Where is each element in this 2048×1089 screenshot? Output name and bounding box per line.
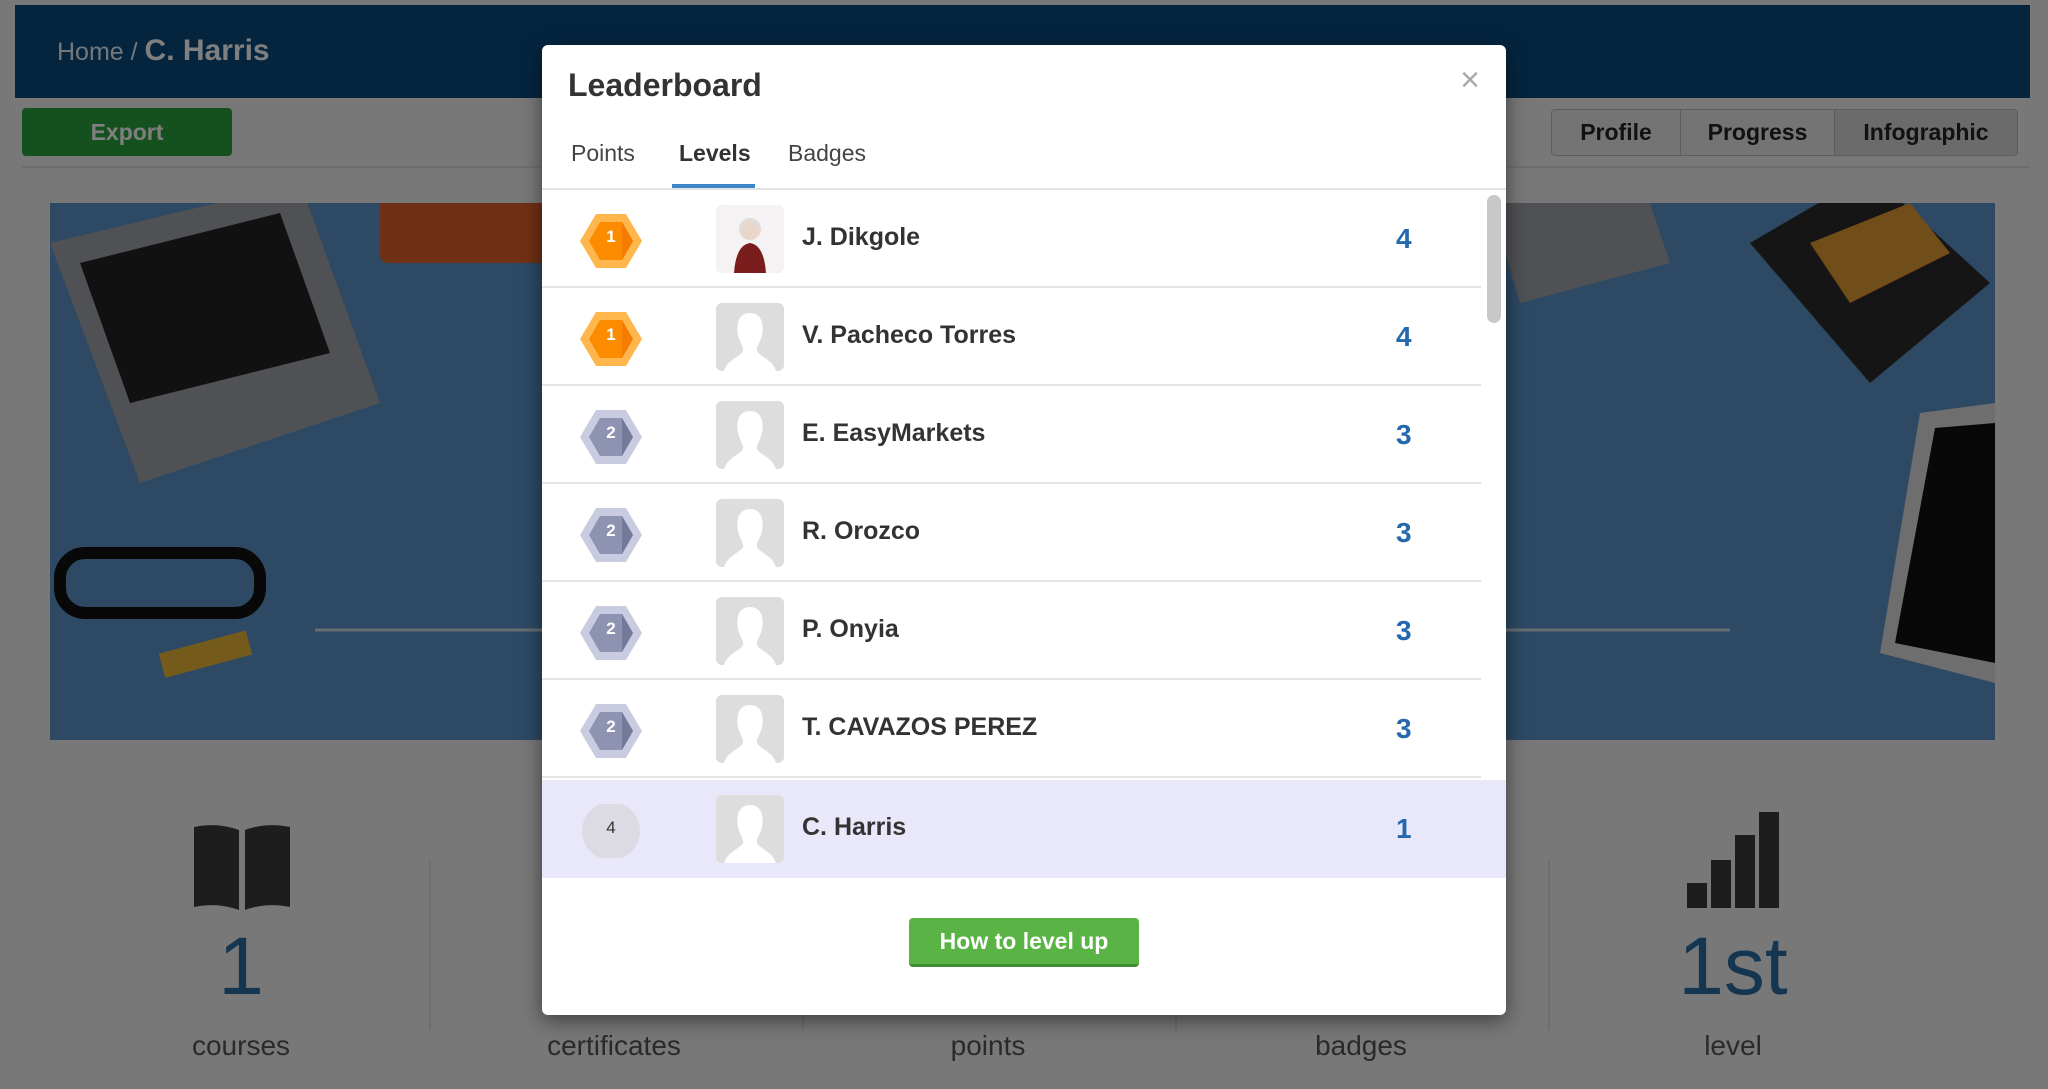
avatar — [716, 795, 784, 863]
avatar — [716, 597, 784, 665]
avatar — [716, 401, 784, 469]
level-value: 3 — [1396, 713, 1412, 744]
rank-number: 1 — [606, 227, 616, 246]
user-name: V. Pacheco Torres — [802, 321, 1017, 349]
user-name: R. Orozco — [802, 517, 921, 545]
leaderboard-row: 2 P. Onyia 3 — [542, 582, 1481, 680]
leaderboard-row: 2 R. Orozco 3 — [542, 484, 1481, 582]
tab-points[interactable]: Points — [571, 140, 635, 167]
leaderboard-row: 2 E. EasyMarkets 3 — [542, 386, 1481, 484]
avatar — [716, 303, 784, 371]
rank-number: 4 — [606, 818, 616, 837]
user-name: C. Harris — [802, 813, 907, 841]
avatar — [716, 205, 784, 273]
user-name: J. Dikgole — [802, 223, 921, 251]
leaderboard-modal: Leaderboard × Points Levels Badges 1 J. … — [542, 45, 1506, 1015]
rank-number: 2 — [606, 521, 616, 540]
rank-number: 2 — [606, 619, 616, 638]
tab-levels[interactable]: Levels — [679, 140, 751, 167]
avatar — [716, 499, 784, 567]
leaderboard-row: 2 T. CAVAZOS PEREZ 3 — [542, 680, 1481, 778]
how-to-level-up-button[interactable]: How to level up — [909, 918, 1139, 967]
rank-number: 1 — [606, 325, 616, 344]
rank-number: 2 — [606, 423, 616, 442]
level-value: 1 — [1396, 813, 1412, 844]
level-value: 3 — [1396, 615, 1412, 646]
rank-number: 2 — [606, 717, 616, 736]
modal-title: Leaderboard — [568, 67, 762, 103]
level-value: 4 — [1396, 223, 1412, 254]
scrollbar[interactable] — [1487, 195, 1501, 323]
user-name: E. EasyMarkets — [802, 419, 986, 447]
level-value: 3 — [1396, 419, 1412, 450]
leaderboard-row: 1 V. Pacheco Torres 4 — [542, 288, 1481, 386]
current-user-row: 4 C. Harris 1 — [542, 780, 1506, 878]
tab-badges[interactable]: Badges — [788, 140, 866, 167]
leaderboard-row: 1 J. Dikgole 4 — [542, 190, 1481, 288]
user-name: P. Onyia — [802, 615, 899, 643]
avatar — [716, 695, 784, 763]
level-value: 3 — [1396, 517, 1412, 548]
user-name: T. CAVAZOS PEREZ — [802, 713, 1038, 741]
close-icon[interactable]: × — [1460, 61, 1480, 100]
level-value: 4 — [1396, 321, 1412, 352]
